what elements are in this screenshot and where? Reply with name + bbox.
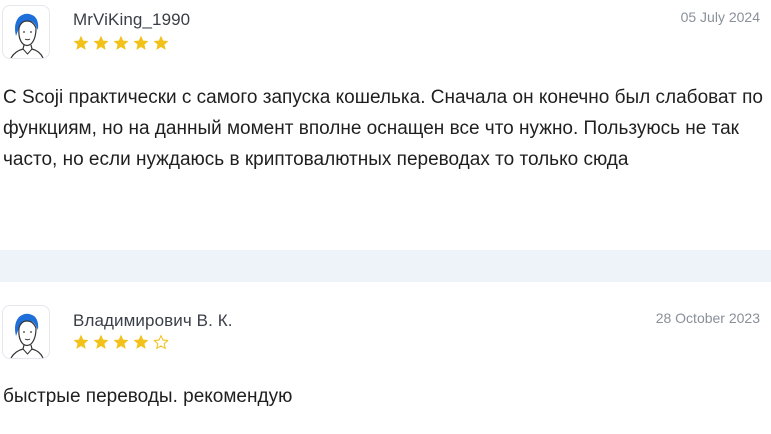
star-filled-icon — [153, 35, 169, 50]
review-card: Владимирович В. К. 28 October 2023 быстр… — [0, 282, 771, 434]
user-avatar-icon — [2, 5, 50, 59]
review-card: MrViKing_1990 05 July 2024 С Scoji практ… — [0, 0, 771, 250]
review-author: MrViKing_1990 — [73, 10, 191, 29]
review-text: быстрые переводы. рекомендую — [3, 386, 293, 407]
rating-stars — [72, 34, 170, 52]
star-filled-icon — [93, 334, 109, 349]
review-divider — [0, 250, 771, 282]
star-filled-icon — [113, 35, 129, 50]
star-filled-icon — [93, 35, 109, 50]
star-filled-icon — [133, 35, 149, 50]
review-date: 28 October 2023 — [655, 310, 760, 326]
user-avatar-icon — [2, 305, 50, 359]
star-filled-icon — [73, 334, 89, 349]
review-author: Владимирович В. К. — [73, 311, 233, 330]
rating-stars — [72, 333, 170, 351]
star-outline-icon — [153, 335, 169, 349]
star-filled-icon — [133, 334, 149, 349]
star-filled-icon — [113, 334, 129, 349]
star-filled-icon — [73, 35, 89, 50]
review-text: С Scoji практически с самого запуска кош… — [3, 87, 763, 170]
review-date: 05 July 2024 — [680, 9, 760, 25]
reviews-list: MrViKing_1990 05 July 2024 С Scoji практ… — [0, 0, 771, 434]
